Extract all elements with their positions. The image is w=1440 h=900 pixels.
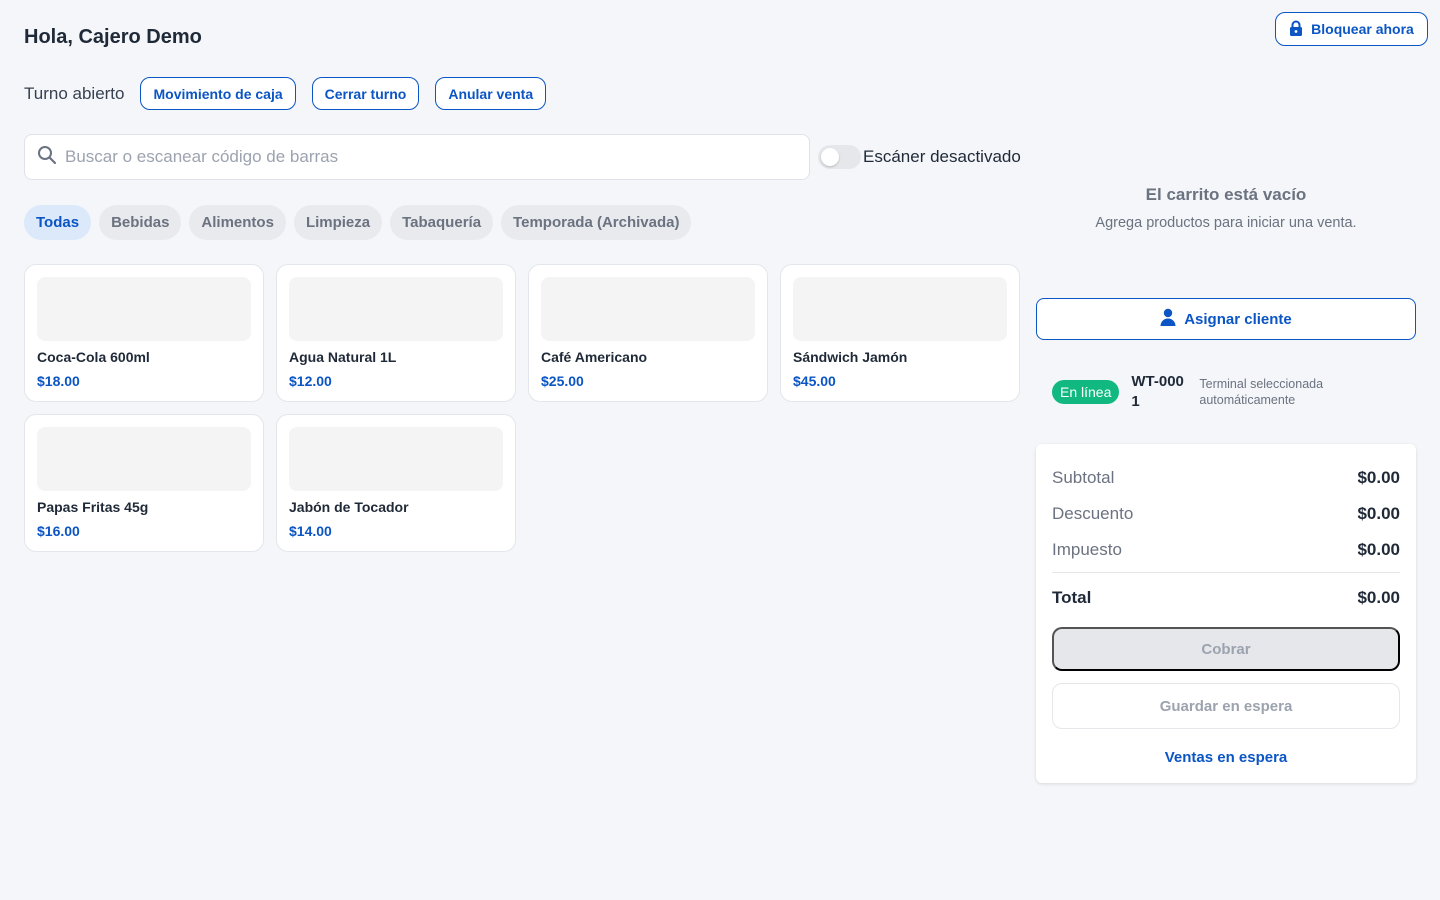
shift-bar: Turno abierto Movimiento de caja Cerrar … xyxy=(24,77,547,110)
product-name: Papas Fritas 45g xyxy=(37,499,149,515)
product-image xyxy=(289,427,503,491)
assign-client-button[interactable]: Asignar cliente xyxy=(1036,298,1416,340)
search-icon xyxy=(37,145,57,170)
order-summary-panel: Subtotal $0.00 Descuento $0.00 Impuesto … xyxy=(1036,444,1416,783)
product-price: $14.00 xyxy=(289,523,332,539)
category-chip-temporada[interactable]: Temporada (Archivada) xyxy=(501,205,692,240)
product-card[interactable]: Coca-Cola 600ml $18.00 xyxy=(24,264,264,402)
toggle-knob xyxy=(821,148,839,166)
terminal-note: Terminal seleccionada automáticamente xyxy=(1199,377,1324,407)
discount-row: Descuento $0.00 xyxy=(1052,496,1400,532)
product-grid: Coca-Cola 600ml $18.00 Agua Natural 1L $… xyxy=(24,264,1020,552)
user-icon xyxy=(1160,308,1176,330)
product-name: Sándwich Jamón xyxy=(793,349,908,365)
tax-row: Impuesto $0.00 xyxy=(1052,532,1400,568)
product-card[interactable]: Jabón de Tocador $14.00 xyxy=(276,414,516,552)
charge-button[interactable]: Cobrar xyxy=(1052,627,1400,671)
product-image xyxy=(541,277,755,341)
product-card[interactable]: Sándwich Jamón $45.00 xyxy=(780,264,1020,402)
product-card[interactable]: Papas Fritas 45g $16.00 xyxy=(24,414,264,552)
category-chip-tabaqueria[interactable]: Tabaquería xyxy=(390,205,494,240)
summary-divider xyxy=(1052,572,1400,573)
category-chip-limpieza[interactable]: Limpieza xyxy=(293,205,383,240)
subtotal-row: Subtotal $0.00 xyxy=(1052,460,1400,496)
product-image xyxy=(37,277,251,341)
product-name: Coca-Cola 600ml xyxy=(37,349,150,365)
total-value: $0.00 xyxy=(1357,588,1400,607)
product-price: $12.00 xyxy=(289,373,332,389)
product-name: Jabón de Tocador xyxy=(289,499,409,515)
tax-label: Impuesto xyxy=(1052,540,1122,559)
product-price: $18.00 xyxy=(37,373,80,389)
category-chip-todas[interactable]: Todas xyxy=(24,205,92,240)
product-image xyxy=(793,277,1007,341)
terminal-id: WT-0001 xyxy=(1131,373,1184,410)
lock-now-label: Bloquear ahora xyxy=(1311,21,1414,37)
total-row: Total $0.00 xyxy=(1052,579,1400,617)
online-status-badge: En línea xyxy=(1052,380,1120,404)
product-price: $16.00 xyxy=(37,523,80,539)
shift-status: Turno abierto xyxy=(24,83,125,103)
lock-icon xyxy=(1289,20,1303,39)
search-input[interactable] xyxy=(65,147,765,167)
cart-empty-title: El carrito está vacío xyxy=(1145,185,1307,204)
subtotal-value: $0.00 xyxy=(1357,468,1400,487)
cash-movement-button[interactable]: Movimiento de caja xyxy=(140,77,296,110)
scanner-toggle[interactable] xyxy=(818,145,861,169)
held-sales-link[interactable]: Ventas en espera xyxy=(1052,749,1400,766)
category-chip-bebidas[interactable]: Bebidas xyxy=(99,205,182,240)
save-on-hold-button[interactable]: Guardar en espera xyxy=(1052,683,1400,729)
assign-client-label: Asignar cliente xyxy=(1184,310,1292,328)
product-card[interactable]: Café Americano $25.00 xyxy=(528,264,768,402)
tax-value: $0.00 xyxy=(1357,540,1400,559)
close-shift-button[interactable]: Cerrar turno xyxy=(311,77,420,110)
scanner-label: Escáner desactivado xyxy=(863,147,1021,166)
terminal-info: En línea WT-0001 Terminal seleccionada a… xyxy=(1052,372,1349,412)
product-name: Café Americano xyxy=(541,349,648,365)
lock-now-button[interactable]: Bloquear ahora xyxy=(1275,12,1428,46)
scanner-toggle-group: Escáner desactivado xyxy=(818,145,1021,169)
total-label: Total xyxy=(1052,588,1092,607)
product-price: $45.00 xyxy=(793,373,836,389)
product-price: $25.00 xyxy=(541,373,584,389)
product-image xyxy=(289,277,503,341)
discount-label: Descuento xyxy=(1052,504,1134,523)
search-box xyxy=(24,134,810,180)
category-filters: Todas Bebidas Alimentos Limpieza Tabaque… xyxy=(24,205,692,240)
product-image xyxy=(37,427,251,491)
product-name: Agua Natural 1L xyxy=(289,349,397,365)
discount-value: $0.00 xyxy=(1357,504,1400,523)
cart-empty-subtitle: Agrega productos para iniciar una venta. xyxy=(1095,215,1357,231)
subtotal-label: Subtotal xyxy=(1052,468,1115,487)
page-title: Hola, Cajero Demo xyxy=(24,26,202,48)
product-card[interactable]: Agua Natural 1L $12.00 xyxy=(276,264,516,402)
void-sale-button[interactable]: Anular venta xyxy=(435,77,547,110)
category-chip-alimentos[interactable]: Alimentos xyxy=(189,205,286,240)
